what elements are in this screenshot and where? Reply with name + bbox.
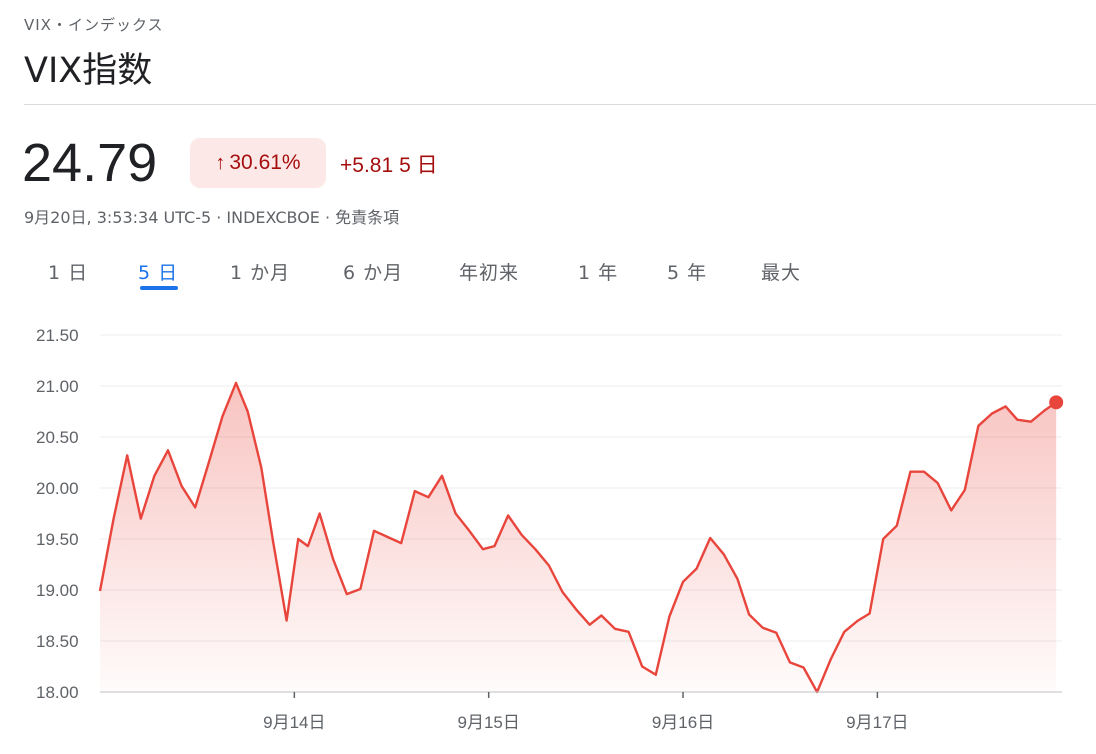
arrow-up-icon: ↑ bbox=[215, 151, 226, 174]
y-tick-label: 20.00 bbox=[36, 479, 79, 498]
tab-5-year[interactable]: 5 年 bbox=[667, 258, 707, 285]
y-tick-label: 21.50 bbox=[36, 326, 79, 345]
change-absolute-value: +5.81 bbox=[340, 154, 394, 177]
tab-1-year[interactable]: 1 年 bbox=[578, 258, 618, 285]
tab-5-day[interactable]: 5 日 bbox=[138, 258, 178, 285]
tab-1-month[interactable]: 1 か月 bbox=[230, 258, 290, 285]
change-percent-value: 30.61% bbox=[229, 151, 301, 174]
change-percent-badge: ↑ 30.61% bbox=[190, 138, 326, 188]
active-tab-indicator bbox=[140, 286, 178, 290]
y-tick-label: 18.00 bbox=[36, 683, 79, 702]
price-chart[interactable]: 21.50 21.00 20.50 20.00 19.50 19.00 18.50 18.00… bbox=[0, 300, 1096, 754]
y-tick-label: 19.50 bbox=[36, 530, 79, 549]
x-tick-label: 9月17日 bbox=[846, 713, 908, 732]
change-absolute: +5.81 5 日 bbox=[340, 149, 438, 179]
range-tabs: 1 日 5 日 1 か月 6 か月 年初来 1 年 5 年 最大 bbox=[0, 252, 1096, 292]
quote-meta: 9月20日, 3:53:34 UTC-5 · INDEXCBOE · 免責条項 bbox=[24, 208, 400, 227]
tab-6-month[interactable]: 6 か月 bbox=[343, 258, 403, 285]
y-tick-label: 20.50 bbox=[36, 428, 79, 447]
x-tick-label: 9月15日 bbox=[457, 713, 519, 732]
last-point-marker bbox=[1049, 395, 1064, 410]
header-divider bbox=[24, 104, 1096, 105]
breadcrumb: VIX・インデックス bbox=[24, 16, 164, 34]
x-tick-label: 9月14日 bbox=[263, 713, 325, 732]
series-area bbox=[100, 382, 1057, 692]
y-tick-label: 19.00 bbox=[36, 581, 79, 600]
page-title: VIX指数 bbox=[24, 51, 153, 91]
tab-1-day[interactable]: 1 日 bbox=[48, 258, 88, 285]
tab-max[interactable]: 最大 bbox=[761, 258, 801, 285]
change-period: 5 日 bbox=[399, 154, 438, 177]
x-tick-label: 9月16日 bbox=[652, 713, 714, 732]
y-tick-label: 21.00 bbox=[36, 377, 79, 396]
y-tick-label: 18.50 bbox=[36, 632, 79, 651]
current-price: 24.79 bbox=[22, 133, 158, 193]
price-chart-svg: 21.50 21.00 20.50 20.00 19.50 19.00 18.50 18.00… bbox=[36, 326, 1064, 732]
tab-ytd[interactable]: 年初来 bbox=[459, 258, 519, 285]
